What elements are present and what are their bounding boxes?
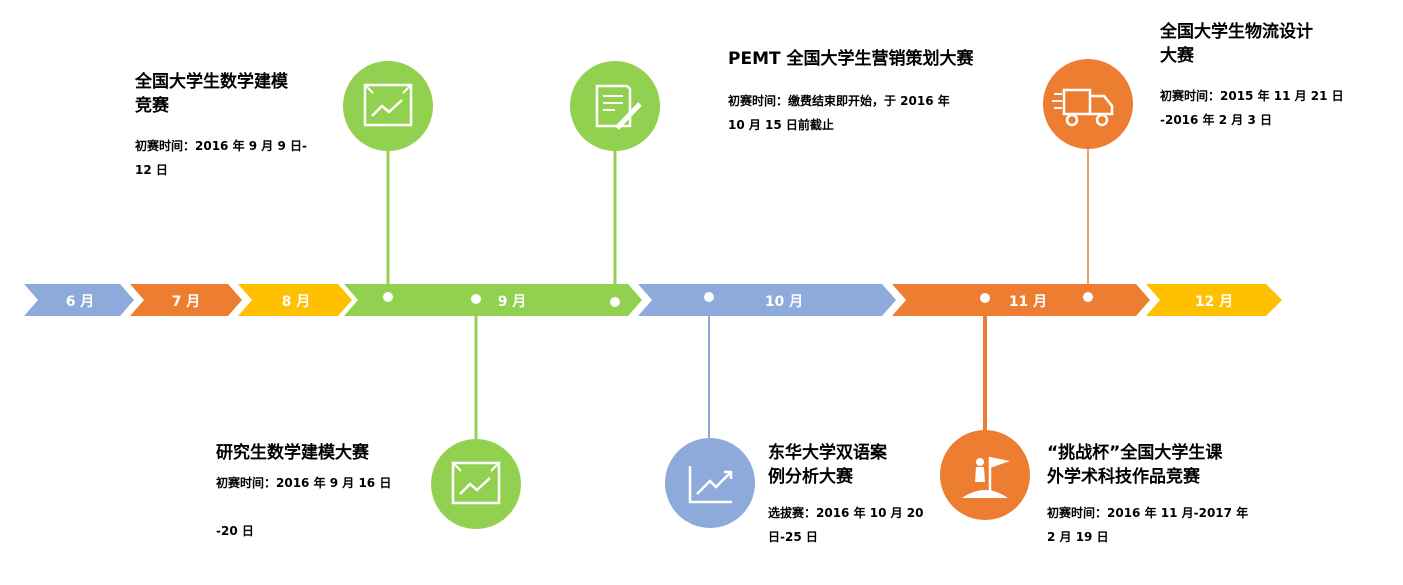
month-label: 10 月 — [765, 294, 803, 310]
month-label: 11 月 — [1009, 294, 1047, 310]
truck-icon — [1043, 59, 1133, 149]
timeline-dot — [704, 292, 714, 302]
event-math-modeling: 全国大学生数学建模 竞赛 初赛时间：2016 年 9 月 9 日- 12 日 — [135, 70, 365, 182]
month-arrow-8: 8 月 — [238, 284, 352, 316]
month-arrow-6: 6 月 — [24, 284, 134, 316]
event-challenge-cup: “挑战杯”全国大学生课 外学术科技作品竞赛 初赛时间：2016 年 11 月-2… — [1047, 441, 1307, 549]
event-pemt: PEMT 全国大学生营销策划大赛 初赛时间：缴费结束即开始，于 2016 年 1… — [728, 47, 1028, 137]
timeline-dot — [980, 293, 990, 303]
event-date: 初赛时间：2016 年 9 月 16 日 -20 日 — [216, 476, 392, 538]
document-pen-icon — [570, 61, 660, 151]
event-date: 初赛时间：缴费结束即开始，于 2016 年 10 月 15 日前截止 — [728, 94, 950, 132]
flag-summit-icon — [940, 430, 1030, 520]
event-title: “挑战杯”全国大学生课 外学术科技作品竞赛 — [1047, 443, 1223, 487]
month-arrow-10: 10 月 — [638, 284, 896, 316]
month-label: 12 月 — [1195, 294, 1233, 310]
timeline-dot — [1083, 292, 1093, 302]
timeline-dot — [471, 294, 481, 304]
event-title: 东华大学双语案 例分析大赛 — [768, 443, 887, 487]
event-title: PEMT 全国大学生营销策划大赛 — [728, 49, 974, 69]
event-logistics: 全国大学生物流设计 大赛 初赛时间：2015 年 11 月 21 日 -2016… — [1160, 20, 1400, 132]
month-label: 6 月 — [66, 294, 95, 310]
event-donghua: 东华大学双语案 例分析大赛 选拔赛：2016 年 10 月 20 日-25 日 — [768, 441, 953, 549]
month-arrow-11: 11 月 — [892, 284, 1150, 316]
event-grad-math: 研究生数学建模大赛 初赛时间：2016 年 9 月 16 日 -20 日 — [216, 441, 431, 543]
month-label: 9 月 — [498, 294, 527, 310]
event-date: 选拔赛：2016 年 10 月 20 日-25 日 — [768, 506, 924, 544]
month-label: 7 月 — [172, 294, 201, 310]
event-title: 全国大学生数学建模 竞赛 — [135, 72, 288, 116]
timeline-dot — [383, 292, 393, 302]
event-title: 研究生数学建模大赛 — [216, 443, 369, 463]
month-arrow-7: 7 月 — [130, 284, 242, 316]
month-label: 8 月 — [282, 294, 311, 310]
timeline-dot — [610, 297, 620, 307]
chart-board-icon — [431, 439, 521, 529]
trend-chart-icon — [665, 438, 755, 528]
event-date: 初赛时间：2015 年 11 月 21 日 -2016 年 2 月 3 日 — [1160, 89, 1344, 127]
month-arrows: 6 月 7 月 8 月 9 月 10 月 11 月 12 月 — [24, 284, 1282, 316]
event-date: 初赛时间：2016 年 11 月-2017 年 2 月 19 日 — [1047, 506, 1249, 544]
event-date: 初赛时间：2016 年 9 月 9 日- 12 日 — [135, 139, 307, 177]
event-title: 全国大学生物流设计 大赛 — [1160, 22, 1313, 66]
month-arrow-12: 12 月 — [1146, 284, 1282, 316]
